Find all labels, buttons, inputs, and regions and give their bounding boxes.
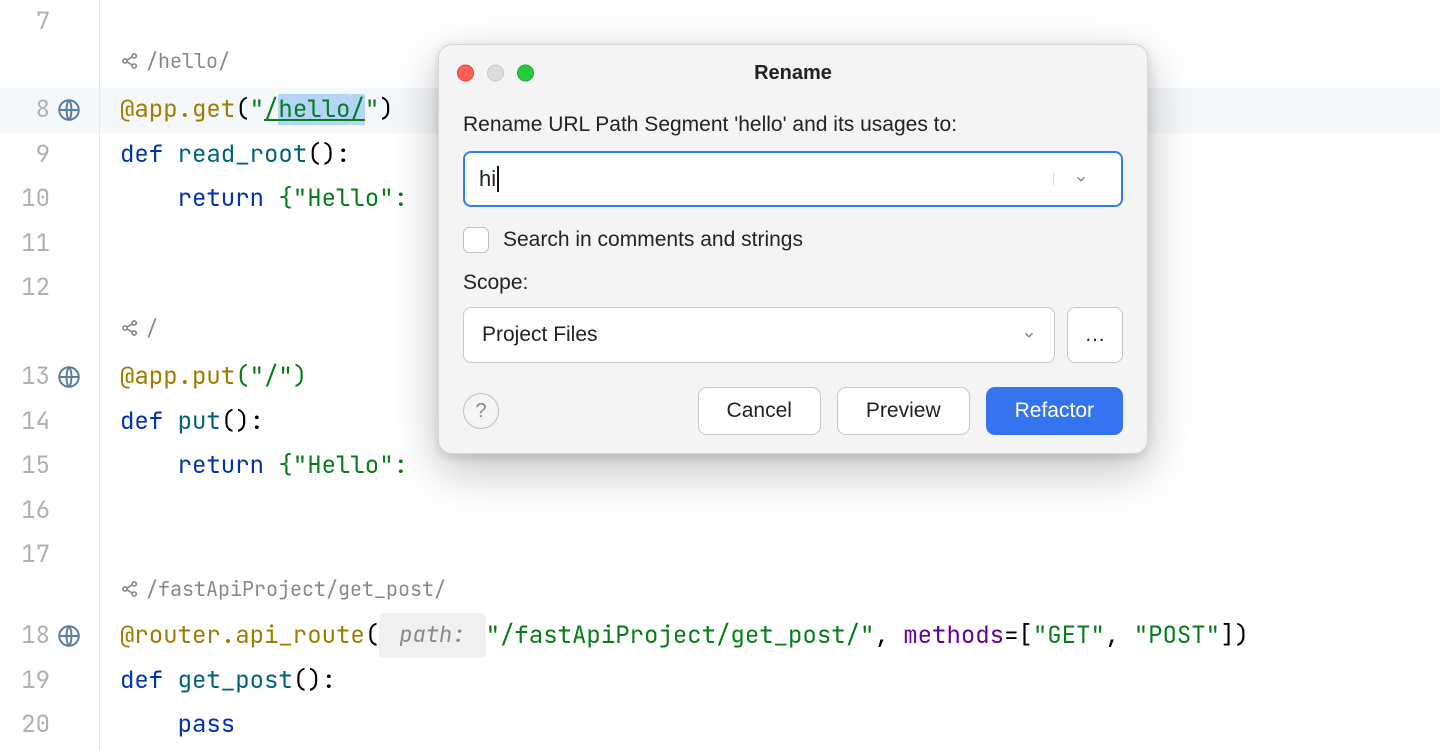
text-caret [497,166,499,192]
help-button[interactable]: ? [463,393,499,429]
chevron-down-icon [1022,328,1036,342]
param-hint: path: [379,613,485,658]
line-number: 16 [0,489,50,534]
line-number: 8 [0,88,50,133]
share-icon [120,579,140,599]
dialog-title: Rename [754,62,832,85]
line-number: 14 [0,400,50,445]
line-number: 15 [0,444,50,489]
gutter: 7 8 9 10 11 12 13 14 15 16 17 18 19 20 [0,0,100,750]
endpoint-icon[interactable] [56,364,82,390]
scope-select[interactable]: Project Files [463,307,1055,363]
inlay-text: /fastApiProject/get_post/ [146,576,446,602]
line-number: 9 [0,133,50,178]
rename-history-dropdown[interactable] [1053,172,1107,186]
endpoint-inlay[interactable]: /hello/ [120,48,230,74]
line-number: 13 [0,355,50,400]
refactor-button[interactable]: Refactor [986,387,1123,435]
line-number: 17 [0,533,50,578]
scope-value: Project Files [482,323,598,347]
cancel-button[interactable]: Cancel [698,387,821,435]
line-number: 18 [0,614,50,659]
window-controls [457,65,534,82]
line-number: 19 [0,659,50,704]
inlay-text: / [146,315,158,341]
url-segment-hello[interactable]: hello [278,94,350,125]
line-number: 12 [0,266,50,311]
share-icon [120,318,140,338]
rename-input[interactable]: hi [463,151,1123,207]
line-number: 20 [0,703,50,748]
endpoint-inlay[interactable]: /fastApiProject/get_post/ [120,576,446,602]
chevron-down-icon [1074,172,1088,186]
line-number: 11 [0,222,50,267]
endpoint-icon[interactable] [56,623,82,649]
endpoint-inlay[interactable]: / [120,315,158,341]
rename-input-value: hi [479,166,496,192]
minimize-window-button [487,65,504,82]
code-line[interactable]: pass [100,703,1440,748]
line-number: 10 [0,177,50,222]
code-line[interactable]: @router.api_route( path: "/fastApiProjec… [100,614,1440,659]
search-comments-label: Search in comments and strings [503,228,803,252]
code-editor[interactable]: 7 8 9 10 11 12 13 14 15 16 17 18 19 20 [0,0,1440,750]
preview-button[interactable]: Preview [837,387,970,435]
scope-more-button[interactable]: … [1067,307,1123,363]
code-line[interactable]: def get_post(): [100,659,1440,704]
share-icon [120,51,140,71]
line-number: 7 [0,0,50,45]
zoom-window-button[interactable] [517,65,534,82]
search-comments-checkbox[interactable] [463,227,489,253]
rename-prompt: Rename URL Path Segment 'hello' and its … [463,113,1123,137]
scope-label: Scope: [463,271,1123,295]
rename-dialog: Rename Rename URL Path Segment 'hello' a… [438,44,1148,454]
dialog-titlebar: Rename [439,45,1147,101]
close-window-button[interactable] [457,65,474,82]
inlay-text: /hello/ [146,48,230,74]
endpoint-icon[interactable] [56,97,82,123]
